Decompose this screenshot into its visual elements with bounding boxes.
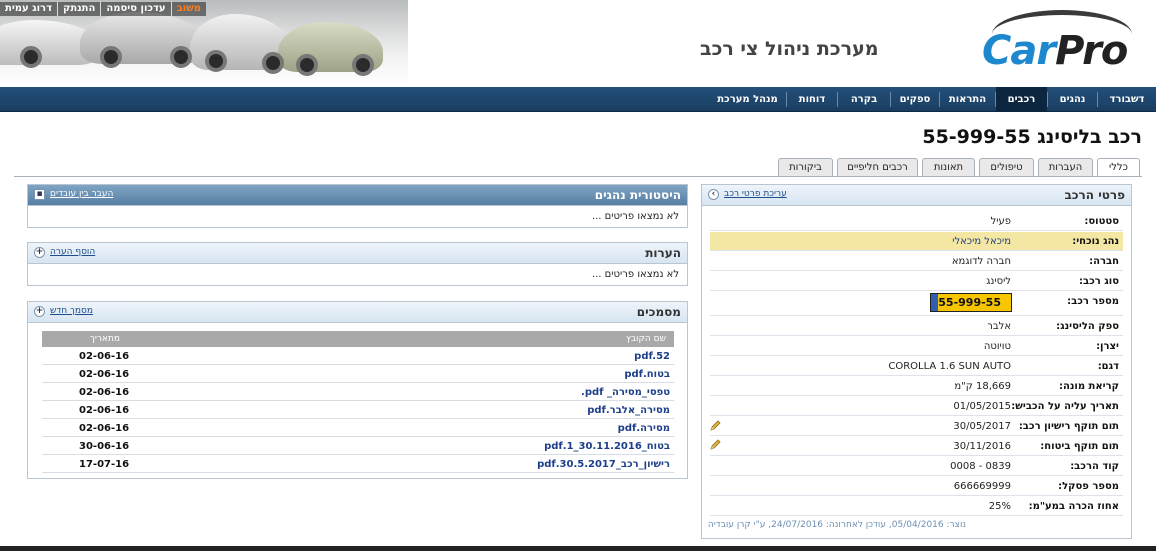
edit-vehicle-link[interactable]: עריכת פרטי רכב [724,189,787,199]
audit-note: נוצר: 05/04/2016, עודכן לאחרונה: 24/07/2… [707,520,966,530]
remarks-header: הערות + הוסף הערה [28,243,687,264]
column-file-name: שם הקובץ [626,334,666,344]
detail-row-vehicle-type: סוג רכב: ליסינג [710,272,1123,291]
main-nav: דשבורד נהגים רכבים התראות ספקים בקרה דוח… [0,87,1156,112]
nav-control[interactable]: בקרה [838,87,890,112]
detail-row-road-date: תאריך עליה על הכביש: 01/05/2015 [710,397,1123,416]
detail-row-plate: מספר רכב: 55-999-55 [710,292,1123,316]
detail-row-leasing-supplier: ספק הליסינג: אלבר [710,317,1123,336]
edit-insurance-pencil-icon[interactable] [709,439,721,451]
tab-general[interactable]: כללי [1097,158,1140,177]
nav-system-admin[interactable]: מנהל מערכת [710,87,785,112]
column-date: מתאריך [90,334,120,344]
detail-row-insurance-expiry: תום תוקף ביטוח: 30/11/2016 [710,437,1123,456]
nav-vehicles[interactable]: רכבים [996,87,1047,112]
transfer-employees-link[interactable]: העבר בין עובדים [50,189,113,199]
documents-table-header: שם הקובץ מתאריך [42,331,674,347]
page-title: רכב בליסינג 55-999-55 [922,126,1142,148]
detail-row-status: סטטוס: פעיל [710,212,1123,231]
nav-reports[interactable]: דוחות [787,87,837,112]
remarks-empty-text: לא נמצאו פריטים ... [591,269,679,280]
table-row: מסירה_אלבר.pdf 02-06-16 [42,402,674,419]
remarks-title: הערות [645,246,681,260]
add-remark-icon[interactable]: + [34,247,45,258]
documents-title: מסמכים [636,305,681,319]
edit-license-pencil-icon[interactable] [709,420,721,432]
vehicle-details-title: פרטי הרכב [1064,188,1125,202]
detail-row-vehicle-code: קוד הרכב: 0839 - 0008 [710,457,1123,476]
driver-history-header: היסטורית נהגים ▪ העבר בין עובדים [28,185,687,206]
document-link[interactable]: רישיון_רכב_30.5.2017.pdf [537,459,670,470]
detail-row-manufacturer: יצרן: טויוטה [710,337,1123,356]
history-empty-text: לא נמצאו פריטים ... [591,211,679,222]
document-link[interactable]: מסירה_אלבר.pdf [587,405,670,416]
current-driver-link[interactable]: מיכאל מיכאלי [952,236,1011,247]
document-link[interactable]: טפסי_מסירה_ pdf. [581,387,670,398]
detail-row-model: דגם: COROLLA 1.6 SUN AUTO [710,357,1123,376]
system-title: מערכת ניהול צי רכב [700,38,879,60]
nav-suppliers[interactable]: ספקים [891,87,939,112]
table-row: בטוח_30.11.2016_1.pdf 30-06-16 [42,438,674,455]
remarks-panel: הערות + הוסף הערה לא נמצאו פריטים ... [27,242,688,286]
top-links: משוב עדכון סיסמה התנתק דרוג עמית [0,2,206,16]
table-row: מסירה.pdf 02-06-16 [42,420,674,437]
tab-inspections[interactable]: ביקורות [778,158,833,176]
tab-transfers[interactable]: העברות [1038,158,1093,176]
transfer-icon[interactable]: ▪ [34,189,45,200]
detail-row-current-driver: נהג נוכחי: מיכאל מיכאלי [710,232,1123,251]
feedback-link[interactable]: משוב [171,2,206,16]
tab-accidents[interactable]: תאונות [922,158,975,176]
tab-replacement-vehicles[interactable]: רכבים חליפיים [837,158,918,176]
new-document-link[interactable]: מסמך חדש [50,306,93,316]
detail-row-vat: אחוז הכרה במע"מ: 25% [710,497,1123,516]
document-link[interactable]: בטוח.pdf [624,369,670,380]
detail-row-company: חברה: חברה לדוגמא [710,252,1123,271]
license-plate: 55-999-55 [930,293,1012,312]
document-link[interactable]: מסירה.pdf [618,423,670,434]
table-row: רישיון_רכב_30.5.2017.pdf 17-07-16 [42,456,674,473]
tab-treatments[interactable]: טיפולים [979,158,1034,176]
status-value: פעיל [990,216,1011,227]
add-document-icon[interactable]: + [34,306,45,317]
vehicle-details-header: פרטי הרכב ‹ עריכת פרטי רכב [702,185,1131,206]
bottom-border [0,546,1156,551]
table-row: טפסי_מסירה_ pdf. 02-06-16 [42,384,674,401]
add-remark-link[interactable]: הוסף הערה [50,247,95,257]
table-row: בטוח.pdf 02-06-16 [42,366,674,383]
table-row: pdf.52 02-06-16 [42,348,674,365]
nav-dashboard[interactable]: דשבורד [1098,87,1156,112]
change-password-link[interactable]: עדכון סיסמה [101,2,171,16]
detail-row-odometer: קריאת מונה: 18,669 ק"מ [710,377,1123,396]
detail-row-license-expiry: תום תוקף רישיון רכב: 30/05/2017 [710,417,1123,436]
collapse-icon[interactable]: ‹ [708,189,719,200]
logout-link[interactable]: התנתק [57,2,101,16]
nav-drivers[interactable]: נהגים [1048,87,1097,112]
carpro-logo: CarPro [982,10,1132,76]
document-link[interactable]: בטוח_30.11.2016_1.pdf [544,441,670,452]
driver-history-title: היסטורית נהגים [594,188,681,202]
detail-row-pascal: מספר פסקל: 666669999 [710,477,1123,496]
peer-rating-link[interactable]: דרוג עמית [0,2,57,16]
header: משוב עדכון סיסמה התנתק דרוג עמית מערכת נ… [0,0,1156,87]
nav-alerts[interactable]: התראות [940,87,995,112]
driver-history-panel: היסטורית נהגים ▪ העבר בין עובדים לא נמצא… [27,184,688,228]
document-link[interactable]: pdf.52 [634,351,670,362]
documents-header: מסמכים + מסמך חדש [28,302,687,323]
